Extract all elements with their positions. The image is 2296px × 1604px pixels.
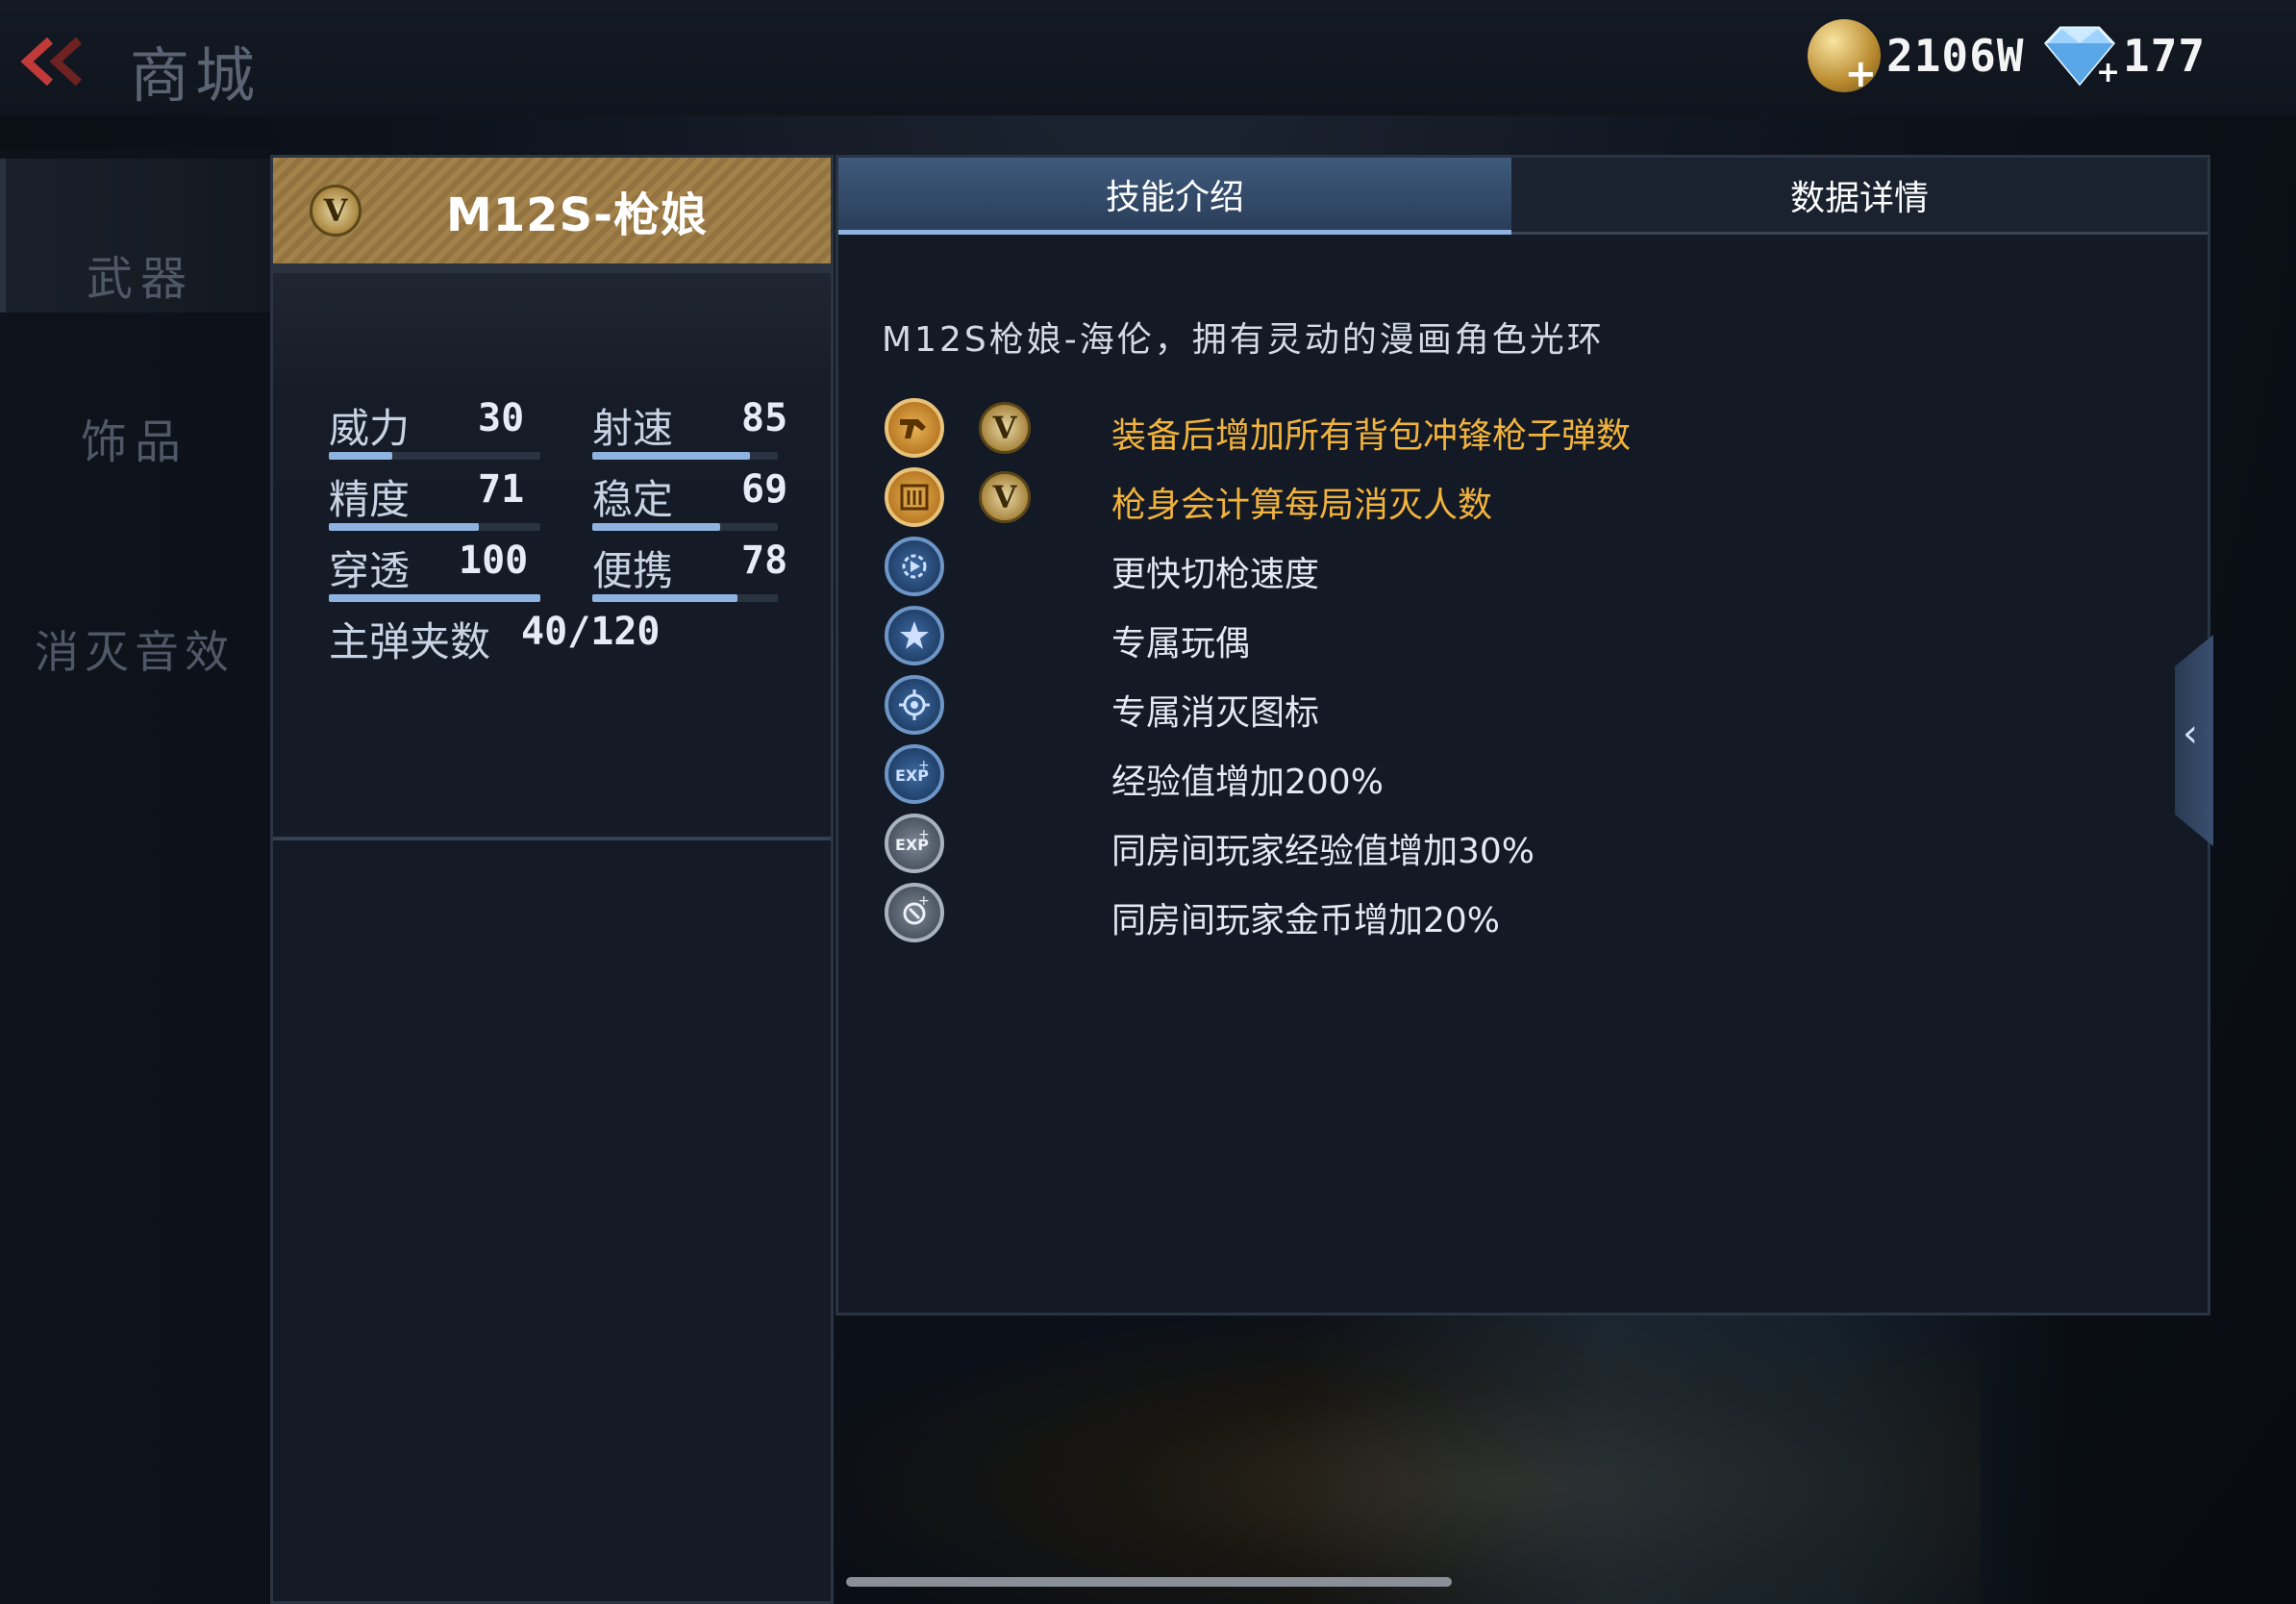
skill-text: 专属消灭图标 — [1111, 693, 1320, 733]
header-divider — [273, 263, 831, 273]
stat-bar-stability — [592, 523, 778, 531]
page-title: 商城 — [130, 40, 262, 111]
sidebar-item-weapons[interactable]: 武器 — [0, 159, 275, 313]
chevron-left-icon: ‹ — [2183, 712, 2198, 756]
stat-bar-portability — [592, 594, 778, 602]
sidebar-item-label: 武器 — [86, 252, 194, 306]
skill-row: + 同房间玩家金币增加20% — [885, 883, 2134, 950]
stat-label: 稳定 — [592, 476, 674, 523]
stat-value: 78 — [741, 539, 788, 583]
skill-text: 同房间玩家经验值增加30% — [1111, 832, 1535, 871]
expand-panel-button[interactable]: ‹ — [2175, 635, 2213, 846]
stat-accuracy: 精度 71 — [329, 467, 524, 526]
stat-label: 主弹夹数 — [329, 618, 491, 665]
skill-text: 专属玩偶 — [1111, 624, 1251, 664]
top-bar: 商城 2106W + 177 — [0, 0, 2296, 115]
svg-text:+: + — [918, 829, 930, 842]
skill-row: V 枪身会计算每局消灭人数 — [885, 467, 2134, 535]
coin-balance[interactable]: 2106W — [1808, 17, 2025, 96]
stat-stability: 稳定 69 — [592, 467, 787, 526]
svg-text:+: + — [918, 760, 930, 773]
skin-description: M12S枪娘-海伦，拥有灵动的漫画角色光环 — [882, 320, 1605, 360]
back-button[interactable] — [13, 33, 90, 90]
diamond-amount: 177 — [2123, 30, 2207, 82]
vip-badge-icon: V — [979, 402, 1031, 454]
skill-row: EXP + 经验值增加200% — [885, 744, 2134, 812]
stat-bar-accuracy — [329, 523, 540, 531]
skill-row: V 装备后增加所有背包冲锋枪子弹数 — [885, 398, 2134, 465]
stat-ammo: 主弹夹数 40/120 — [329, 610, 661, 668]
stat-bar-power — [329, 452, 540, 460]
skill-row: EXP + 同房间玩家经验值增加30% — [885, 814, 2134, 881]
diamond-icon: + — [2036, 22, 2123, 89]
stat-label: 精度 — [329, 476, 411, 523]
kill-mark-icon — [885, 675, 944, 735]
gold-coin-icon — [1808, 19, 1881, 96]
sidebar-item-kill-sounds[interactable]: 消灭音效 — [0, 534, 269, 688]
sidebar-item-accessories[interactable]: 饰品 — [0, 322, 269, 476]
skill-text: 枪身会计算每局消灭人数 — [1111, 486, 1493, 525]
stat-value: 85 — [741, 396, 788, 440]
diamond-balance[interactable]: + 177 — [2036, 17, 2206, 94]
stat-fire-rate: 射速 85 — [592, 396, 787, 455]
skill-row: 专属玩偶 — [885, 606, 2134, 673]
skill-text: 经验值增加200% — [1111, 763, 1384, 802]
room-exp-icon: EXP + — [885, 814, 944, 873]
stat-bar-fire-rate — [592, 452, 778, 460]
double-chevron-left-icon — [20, 37, 83, 87]
coin-amount: 2106W — [1886, 30, 2025, 82]
vip-badge-icon: V — [310, 185, 362, 237]
sidebar-item-label: 消灭音效 — [35, 626, 235, 678]
stat-value: 30 — [478, 396, 525, 440]
skill-text: 装备后增加所有背包冲锋枪子弹数 — [1111, 416, 1632, 456]
skill-row: 专属消灭图标 — [885, 675, 2134, 742]
panel-divider — [273, 837, 831, 840]
tab-data-details[interactable]: 数据详情 — [1511, 158, 2208, 235]
room-coin-icon: + — [885, 883, 944, 942]
weapon-name: M12S-枪娘 — [446, 188, 709, 242]
sidebar-item-label: 饰品 — [80, 415, 188, 469]
exp-icon: EXP + — [885, 744, 944, 804]
gun-icon — [885, 398, 944, 458]
weapon-info-panel: V M12S-枪娘 威力 30 射速 85 精度 71 稳定 69 穿透 100… — [270, 155, 834, 1604]
category-sidebar: 武器 饰品 消灭音效 — [0, 149, 275, 1604]
home-indicator[interactable] — [846, 1577, 1452, 1587]
vip-badge-icon: V — [979, 471, 1031, 523]
details-panel: 技能介绍 数据详情 M12S枪娘-海伦，拥有灵动的漫画角色光环 V 装备后增加所… — [836, 155, 2210, 1316]
stat-penetration: 穿透 100 — [329, 539, 528, 597]
stat-value: 71 — [478, 467, 525, 512]
stat-label: 便携 — [592, 547, 674, 594]
svg-text:+: + — [918, 895, 930, 909]
skill-text: 更快切枪速度 — [1111, 555, 1320, 594]
tab-skills[interactable]: 技能介绍 — [838, 158, 1511, 235]
stat-portability: 便携 78 — [592, 539, 787, 597]
svg-text:+: + — [2096, 56, 2120, 89]
weapon-preview-scene-glow — [1298, 1308, 2067, 1604]
stat-value: 40/120 — [521, 610, 661, 654]
skill-text: 同房间玩家金币增加20% — [1111, 901, 1501, 940]
stat-bar-penetration — [329, 594, 540, 602]
counter-icon — [885, 467, 944, 527]
weapon-header: V M12S-枪娘 — [273, 158, 831, 263]
stat-label: 射速 — [592, 405, 674, 452]
stat-label: 威力 — [329, 405, 411, 452]
stat-power: 威力 30 — [329, 396, 524, 455]
skill-row: 更快切枪速度 — [885, 537, 2134, 604]
stat-label: 穿透 — [329, 547, 411, 594]
stat-value: 100 — [459, 539, 529, 583]
stat-value: 69 — [741, 467, 788, 512]
star-icon — [885, 606, 944, 665]
swap-speed-icon — [885, 537, 944, 596]
